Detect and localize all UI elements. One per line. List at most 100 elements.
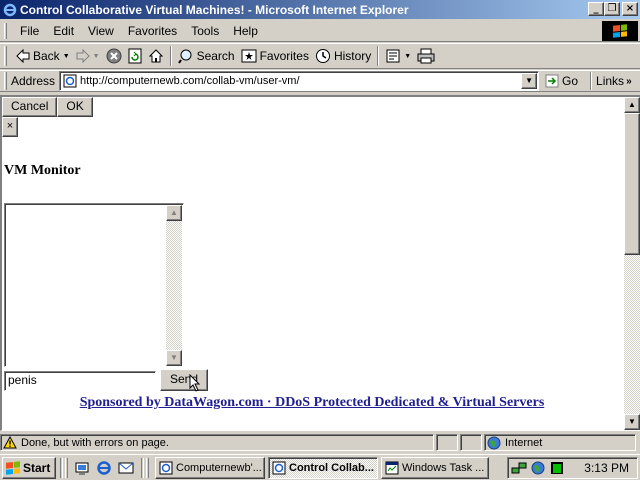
task-manager-cpu-icon[interactable]: [549, 460, 565, 476]
back-arrow-icon: [16, 49, 30, 63]
network-icon[interactable]: [511, 460, 527, 476]
internet-explorer-launch-icon[interactable]: [96, 460, 112, 476]
window-title: Control Collaborative Virtual Machines! …: [20, 2, 409, 17]
warning-icon[interactable]: [3, 436, 17, 449]
ok-button[interactable]: OK: [57, 97, 93, 117]
mail-icon: [386, 49, 400, 63]
show-desktop-icon[interactable]: [74, 460, 90, 476]
mail-button[interactable]: ▼: [382, 45, 414, 67]
security-zone-panel: Internet: [484, 434, 636, 451]
menu-help[interactable]: Help: [226, 24, 265, 38]
history-icon: [315, 49, 330, 63]
address-dropdown-icon[interactable]: ▼: [521, 73, 538, 89]
menu-bar: File Edit View Favorites Tools Help: [0, 20, 640, 42]
status-message-panel[interactable]: Done, but with errors on page.: [0, 434, 434, 451]
scroll-up-icon[interactable]: ▲: [624, 97, 640, 113]
menu-tools[interactable]: Tools: [184, 24, 226, 38]
sponsor-link[interactable]: Sponsored by DataWagon.com · DDoS Protec…: [2, 395, 622, 411]
status-bar: Done, but with errors on page. Internet: [0, 433, 640, 452]
start-button[interactable]: Start: [2, 456, 56, 479]
favorites-icon: [241, 49, 257, 63]
favorites-label: Favorites: [259, 49, 309, 63]
page-content: Cancel OK × VM Monitor ▲ ▼ penis Send Sp…: [2, 97, 622, 430]
chat-scroll-down-icon[interactable]: ▼: [166, 350, 182, 366]
chat-scrollbar[interactable]: ▲ ▼: [166, 205, 182, 366]
search-label: Search: [196, 49, 235, 63]
close-panel-button[interactable]: ×: [2, 117, 18, 137]
tasks-divider: [141, 457, 144, 478]
chat-scroll-up-icon[interactable]: ▲: [166, 205, 182, 221]
status-message: Done, but with errors on page.: [21, 436, 169, 449]
print-button[interactable]: [414, 45, 438, 67]
tasks-grip[interactable]: [146, 457, 149, 478]
forward-button[interactable]: ▼: [73, 45, 103, 67]
task-button[interactable]: Windows Task ...: [381, 456, 489, 479]
minimize-button[interactable]: _: [588, 2, 604, 16]
ie-page-icon: [272, 461, 286, 474]
task-button-active[interactable]: Control Collab...: [268, 456, 378, 479]
quicklaunch-grip[interactable]: [65, 457, 68, 478]
toolbar-separator: [377, 46, 380, 66]
task-label: Windows Task ...: [402, 461, 485, 474]
chat-message-input[interactable]: penis: [4, 371, 156, 391]
quicklaunch-divider: [60, 457, 63, 478]
restore-button[interactable]: ❐: [604, 2, 620, 16]
mail-dropdown-icon[interactable]: ▼: [404, 53, 411, 60]
stop-icon: [106, 48, 122, 64]
chat-log[interactable]: ▲ ▼: [4, 203, 184, 367]
task-button[interactable]: Computernewb'...: [155, 456, 265, 479]
address-input[interactable]: http://computernewb.com/collab-vm/user-v…: [59, 71, 540, 91]
globe-tray-icon[interactable]: [530, 460, 546, 476]
ie-page-icon: [159, 461, 173, 474]
title-bar[interactable]: Control Collaborative Virtual Machines! …: [0, 0, 640, 19]
address-label: Address: [11, 74, 56, 88]
scroll-thumb[interactable]: [624, 113, 640, 255]
menu-file[interactable]: File: [13, 24, 46, 38]
system-tray: 3:13 PM: [507, 457, 638, 479]
page-scrollbar[interactable]: ▲ ▼: [624, 97, 640, 430]
go-arrow-icon: [545, 74, 559, 88]
go-button[interactable]: Go: [545, 74, 578, 88]
address-bar: Address http://computernewb.com/collab-v…: [0, 70, 640, 92]
internet-globe-icon: [487, 436, 501, 449]
mouse-cursor-icon: [189, 374, 201, 392]
page-icon: [63, 74, 77, 88]
home-icon: [148, 49, 163, 63]
internet-explorer-icon: [3, 3, 17, 16]
menubar-grip[interactable]: [4, 22, 7, 39]
stop-button[interactable]: [103, 45, 125, 67]
close-button[interactable]: ×: [622, 2, 638, 16]
forward-dropdown-icon[interactable]: ▼: [93, 53, 100, 60]
scroll-down-icon[interactable]: ▼: [624, 414, 640, 430]
address-grip[interactable]: [4, 72, 7, 90]
toolbar-separator: [169, 46, 172, 66]
back-button[interactable]: Back ▼: [13, 45, 73, 67]
status-panel-empty: [460, 434, 482, 451]
back-label: Back: [33, 49, 60, 63]
address-url: http://computernewb.com/collab-vm/user-v…: [80, 75, 300, 87]
start-windows-icon: [6, 460, 20, 475]
links-button[interactable]: Links: [596, 74, 624, 88]
search-button[interactable]: Search: [175, 45, 238, 67]
forward-arrow-icon: [76, 49, 90, 63]
quick-launch: [71, 460, 137, 476]
home-button[interactable]: [145, 45, 167, 67]
windows-logo-icon: [602, 21, 638, 41]
standard-toolbar: Back ▼ ▼ Search Favorites History ▼: [0, 43, 640, 69]
security-zone-label: Internet: [505, 436, 543, 449]
browser-viewport: Cancel OK × VM Monitor ▲ ▼ penis Send Sp…: [0, 95, 640, 431]
search-icon: [177, 49, 192, 64]
history-button[interactable]: History: [312, 45, 374, 67]
refresh-button[interactable]: [125, 45, 145, 67]
back-dropdown-icon[interactable]: ▼: [63, 53, 70, 60]
links-chevron-icon[interactable]: »: [626, 76, 632, 87]
clock[interactable]: 3:13 PM: [584, 461, 629, 475]
favorites-button[interactable]: Favorites: [238, 45, 312, 67]
task-manager-icon: [385, 461, 399, 474]
cancel-button[interactable]: Cancel: [2, 97, 58, 117]
outlook-express-icon[interactable]: [118, 460, 134, 476]
menu-view[interactable]: View: [81, 24, 121, 38]
toolbar-grip[interactable]: [4, 46, 7, 66]
menu-edit[interactable]: Edit: [46, 24, 81, 38]
menu-favorites[interactable]: Favorites: [121, 24, 184, 38]
